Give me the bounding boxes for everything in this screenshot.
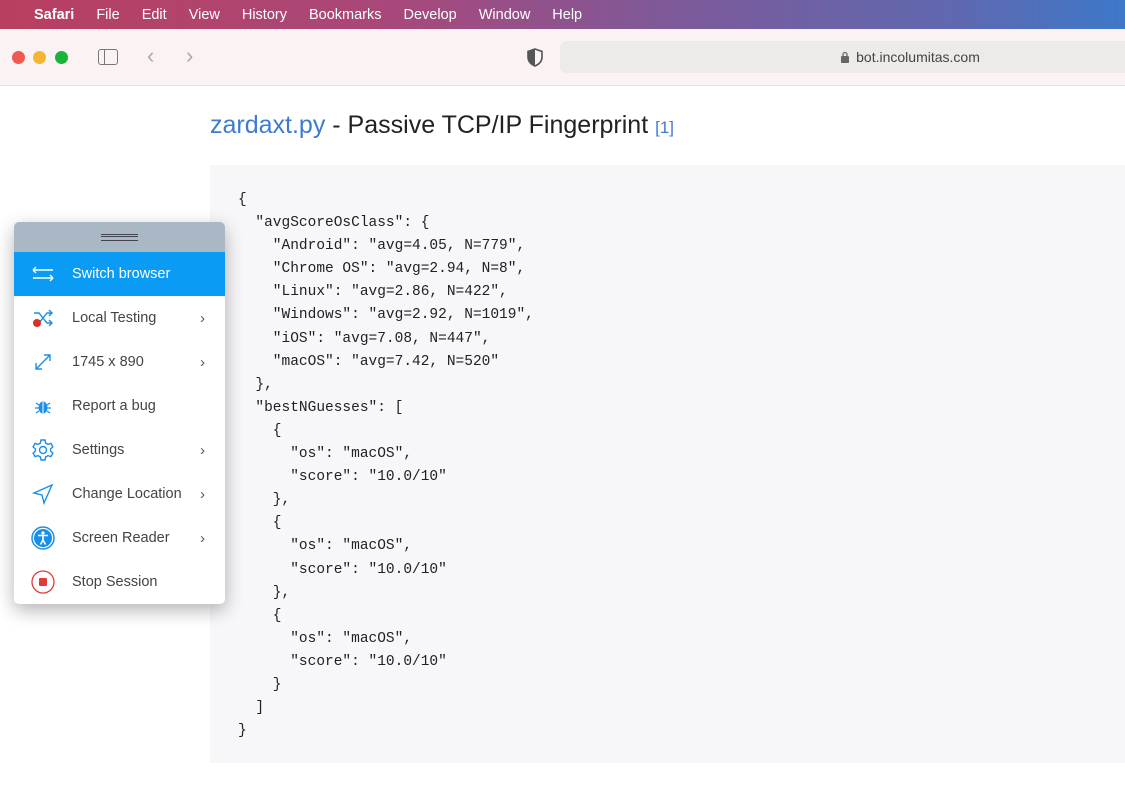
chevron-right-icon: › [200, 485, 205, 503]
menu-help[interactable]: Help [552, 7, 582, 23]
code-line: "bestNGuesses": [ [238, 399, 404, 416]
panel-item-screen-reader[interactable]: Screen Reader › [14, 516, 225, 560]
accessibility-icon [14, 526, 72, 550]
menu-history[interactable]: History [242, 7, 287, 23]
chevron-right-icon: › [200, 441, 205, 459]
panel-item-label: Stop Session [72, 574, 158, 590]
code-line: "Chrome OS": "avg=2.94, N=8", [238, 261, 526, 278]
menu-edit[interactable]: Edit [142, 7, 167, 23]
json-output: { "avgScoreOsClass": { "Android": "avg=4… [210, 165, 1125, 763]
switch-icon [14, 265, 72, 283]
chevron-right-icon: › [200, 309, 205, 327]
panel-item-label: Change Location [72, 486, 182, 502]
panel-item-local-testing[interactable]: Local Testing › [14, 296, 225, 340]
panel-item-label: Local Testing [72, 310, 157, 326]
lock-icon [841, 51, 850, 63]
code-line: "score": "10.0/10" [238, 653, 447, 670]
panel-item-label: Screen Reader [72, 530, 170, 546]
title-link[interactable]: zardaxt.py [210, 111, 325, 139]
privacy-shield-icon[interactable] [527, 48, 543, 67]
url-text: bot.incolumitas.com [856, 49, 980, 65]
panel-item-label: Report a bug [72, 398, 156, 414]
code-line: "os": "macOS", [238, 630, 413, 647]
title-text: - Passive TCP/IP Fingerprint [325, 111, 656, 139]
code-line: ] [238, 700, 265, 717]
forward-icon[interactable]: › [186, 43, 193, 69]
drag-handle[interactable] [14, 222, 225, 252]
panel-item-switch-browser[interactable]: Switch browser [14, 252, 225, 296]
code-line: } [238, 723, 247, 740]
panel-item-label: Switch browser [72, 266, 171, 282]
menu-view[interactable]: View [189, 7, 220, 23]
chevron-right-icon: › [200, 353, 205, 371]
page-title: zardaxt.py - Passive TCP/IP Fingerprint … [210, 111, 674, 140]
code-line: { [238, 607, 282, 624]
panel-item-label: 1745 x 890 [72, 354, 144, 370]
back-icon[interactable]: ‹ [147, 43, 154, 69]
menu-file[interactable]: File [96, 7, 119, 23]
menu-safari[interactable]: Safari [34, 7, 74, 23]
session-toolbar-panel: Switch browser Local Testing › 1745 x 890 › R… [14, 222, 225, 604]
code-line: }, [238, 376, 273, 393]
close-window-button[interactable] [12, 51, 25, 64]
code-line: { [238, 515, 282, 532]
shuffle-icon [14, 308, 72, 328]
stop-icon [14, 570, 72, 594]
code-line: }, [238, 584, 291, 601]
code-line: "score": "10.0/10" [238, 469, 447, 486]
maximize-window-button[interactable] [55, 51, 68, 64]
menu-bar: Safari File Edit View History Bookmarks … [0, 0, 1125, 29]
code-line: }, [238, 492, 291, 509]
code-line: "score": "10.0/10" [238, 561, 447, 578]
panel-item-settings[interactable]: Settings › [14, 428, 225, 472]
code-line: "avgScoreOsClass": { [238, 215, 430, 232]
code-line: { [238, 192, 247, 208]
chevron-right-icon: › [200, 529, 205, 547]
reference-link[interactable]: [1] [655, 118, 674, 137]
code-line: "Windows": "avg=2.92, N=1019", [238, 307, 534, 324]
browser-toolbar: ‹ › bot.incolumitas.com [0, 29, 1125, 86]
menu-window[interactable]: Window [479, 7, 531, 23]
panel-item-label: Settings [72, 442, 125, 458]
location-arrow-icon [14, 483, 72, 505]
gear-icon [14, 438, 72, 462]
code-line: } [238, 676, 282, 693]
bug-icon [14, 396, 72, 416]
code-line: "os": "macOS", [238, 446, 413, 463]
code-line: "macOS": "avg=7.42, N=520" [238, 353, 500, 370]
menu-develop[interactable]: Develop [404, 7, 457, 23]
resize-icon [14, 352, 72, 372]
menu-bookmarks[interactable]: Bookmarks [309, 7, 382, 23]
panel-item-stop-session[interactable]: Stop Session [14, 560, 225, 604]
minimize-window-button[interactable] [33, 51, 46, 64]
code-line: "iOS": "avg=7.08, N=447", [238, 330, 491, 347]
code-line: "os": "macOS", [238, 538, 413, 555]
code-line: { [238, 422, 282, 439]
drag-handle-icon [101, 233, 138, 241]
code-line: "Linux": "avg=2.86, N=422", [238, 284, 508, 301]
address-bar[interactable]: bot.incolumitas.com [560, 41, 1125, 73]
panel-item-report-a-bug[interactable]: Report a bug [14, 384, 225, 428]
panel-item-1745-x-890[interactable]: 1745 x 890 › [14, 340, 225, 384]
sidebar-toggle-icon[interactable] [98, 49, 118, 65]
code-line: "Android": "avg=4.05, N=779", [238, 238, 526, 255]
panel-item-change-location[interactable]: Change Location › [14, 472, 225, 516]
